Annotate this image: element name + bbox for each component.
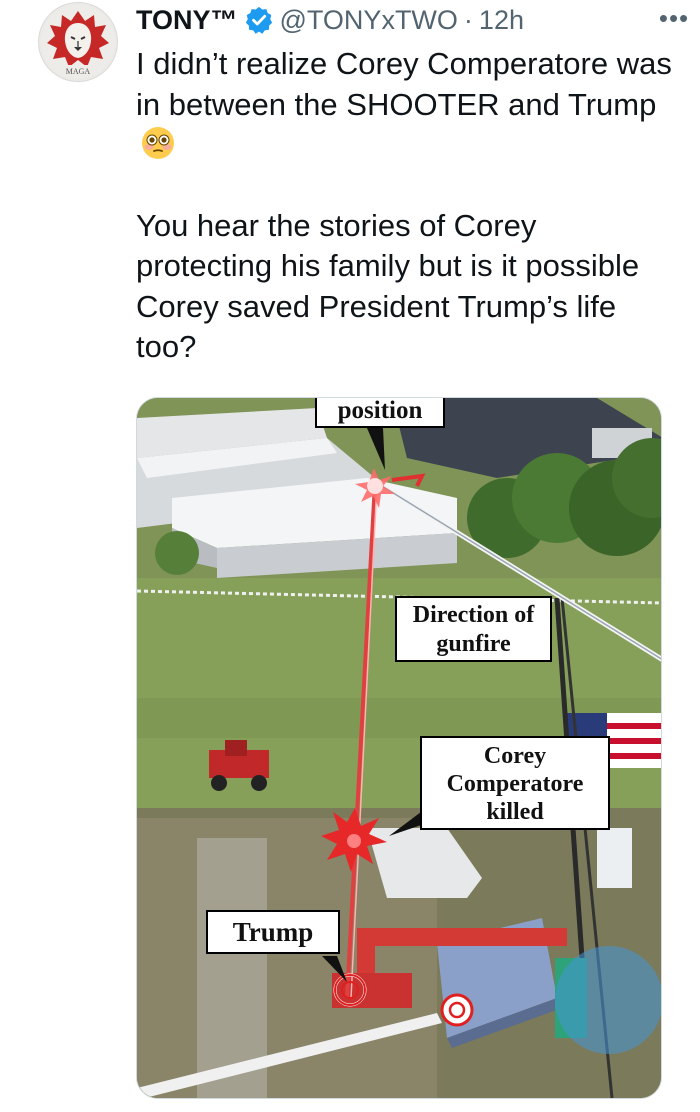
flushed-face-emoji-icon: [142, 127, 174, 159]
svg-text:MAGA: MAGA: [66, 67, 91, 76]
more-options-icon[interactable]: •••: [654, 0, 694, 36]
label-position: position: [315, 398, 445, 428]
timestamp[interactable]: 12h: [479, 5, 524, 36]
tweet-image[interactable]: position Direction of gunfire Corey Comp…: [136, 397, 662, 1099]
tweet-paragraph-2: You hear the stories of Corey protecting…: [136, 207, 640, 365]
handle[interactable]: @TONYxTWO: [280, 5, 458, 36]
verified-badge-icon: [245, 6, 272, 34]
tweet-text: I didn’t realize Corey Comperatore was i…: [136, 44, 676, 368]
tweet-header: TONY™ @TONYxTWO · 12h: [136, 2, 680, 38]
label-direction-of-gunfire: Direction of gunfire: [395, 596, 552, 662]
separator-dot: ·: [463, 4, 473, 35]
label-corey-comperatore-killed: Corey Comperatore killed: [420, 736, 610, 830]
tweet: MAGA TONY™ @TONYxTWO · 12h ••• I didn’t …: [0, 0, 700, 1112]
display-name[interactable]: TONY™: [136, 5, 238, 36]
lion-logo-icon: MAGA: [41, 5, 115, 79]
tweet-paragraph-1-text: I didn’t realize Corey Comperatore was i…: [136, 46, 672, 122]
label-trump: Trump: [206, 910, 340, 954]
tweet-paragraph: I didn’t realize Corey Comperatore was i…: [136, 44, 676, 166]
avatar[interactable]: MAGA: [38, 2, 118, 82]
translucent-overlay: [555, 946, 661, 1054]
